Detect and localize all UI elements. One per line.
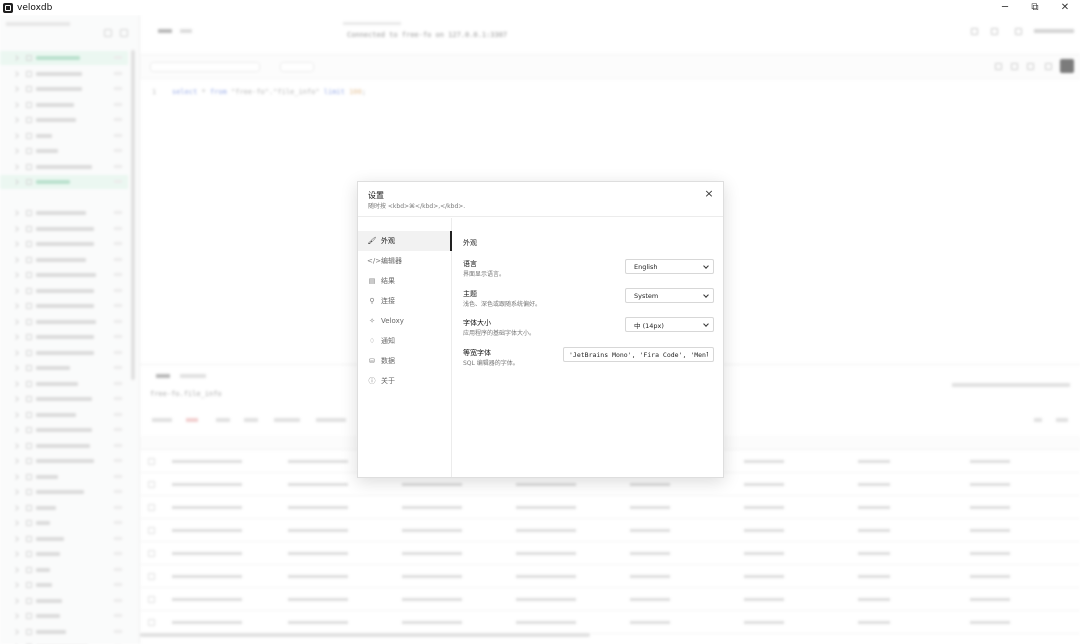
minimize-button[interactable]: ─: [990, 0, 1020, 15]
settings-shortcut-hint: 随时按 <kbd>⌘</kbd>,</kbd>.: [368, 203, 466, 210]
font-size-value: 中 (14px): [634, 321, 664, 330]
settings-header: 设置 随时按 <kbd>⌘</kbd>,</kbd>. ×: [358, 182, 723, 217]
sparkle-icon: ✧: [369, 317, 375, 325]
nav-label: Veloxy: [381, 317, 404, 325]
close-icon[interactable]: ×: [702, 187, 716, 201]
language-value: English: [634, 262, 658, 271]
theme-select[interactable]: System: [625, 288, 714, 303]
brush-icon: 🖌: [367, 237, 377, 245]
language-select[interactable]: English: [625, 259, 714, 274]
window-controls: ─ ⧉ ✕: [990, 0, 1080, 15]
nav-item-notifications[interactable]: ♢ 通知: [358, 331, 452, 351]
settings-nav: 🖌 外观 </> 编辑器 ▤ 结果 ⚲ 连接 ✧ Veloxy ♢ 通知 ⛁ 数…: [358, 218, 452, 477]
nav-label: 关于: [381, 377, 395, 385]
mono-font-desc: SQL 编辑器的字体。: [463, 360, 519, 367]
maximize-button[interactable]: ⧉: [1020, 0, 1050, 15]
nav-label: 结果: [381, 277, 395, 285]
nav-label: 连接: [381, 297, 395, 305]
chevron-down-icon: [703, 263, 709, 269]
theme-label: 主题: [463, 290, 477, 298]
nav-item-appearance[interactable]: 🖌 外观: [358, 231, 452, 251]
title-bar: veloxdb ─ ⧉ ✕: [0, 0, 1080, 15]
nav-item-results[interactable]: ▤ 结果: [358, 271, 452, 291]
nav-item-editor[interactable]: </> 编辑器: [358, 251, 452, 271]
info-icon: ⓘ: [368, 377, 376, 385]
nav-item-data[interactable]: ⛁ 数据: [358, 351, 452, 371]
theme-value: System: [634, 291, 659, 300]
chevron-down-icon: [703, 292, 709, 298]
bell-icon: ♢: [368, 337, 376, 345]
font-size-label: 字体大小: [463, 319, 491, 327]
settings-title: 设置: [368, 191, 384, 200]
nav-item-about[interactable]: ⓘ 关于: [358, 371, 452, 391]
font-size-select[interactable]: 中 (14px): [625, 317, 714, 332]
code-icon: </>: [367, 257, 382, 265]
nav-label: 通知: [381, 337, 395, 345]
plug-icon: ⚲: [369, 297, 375, 305]
app-title: veloxdb: [17, 2, 53, 13]
nav-label: 编辑器: [381, 257, 402, 265]
nav-label: 数据: [381, 357, 395, 365]
mono-font-input[interactable]: [563, 347, 714, 362]
close-window-button[interactable]: ✕: [1050, 0, 1080, 15]
nav-item-veloxy[interactable]: ✧ Veloxy: [358, 311, 452, 331]
settings-dialog: 设置 随时按 <kbd>⌘</kbd>,</kbd>. × 🖌 外观 </> 编…: [357, 181, 724, 478]
mono-font-label: 等宽字体: [463, 349, 491, 357]
font-size-desc: 应用程序的基础字体大小。: [463, 330, 536, 337]
database-icon: ⛁: [369, 357, 375, 365]
language-label: 语言: [463, 260, 477, 268]
nav-item-connection[interactable]: ⚲ 连接: [358, 291, 452, 311]
nav-label: 外观: [381, 237, 395, 245]
chevron-down-icon: [703, 321, 709, 327]
theme-desc: 浅色、深色或跟随系统偏好。: [463, 301, 542, 308]
language-desc: 界面显示语言。: [463, 271, 506, 278]
app-logo-icon: [3, 2, 13, 13]
settings-content: 外观 语言 界面显示语言。 English 主题 浅色、深色或跟随系统偏好。 S…: [453, 218, 723, 477]
section-title: 外观: [463, 239, 477, 247]
table-icon: ▤: [368, 277, 376, 285]
